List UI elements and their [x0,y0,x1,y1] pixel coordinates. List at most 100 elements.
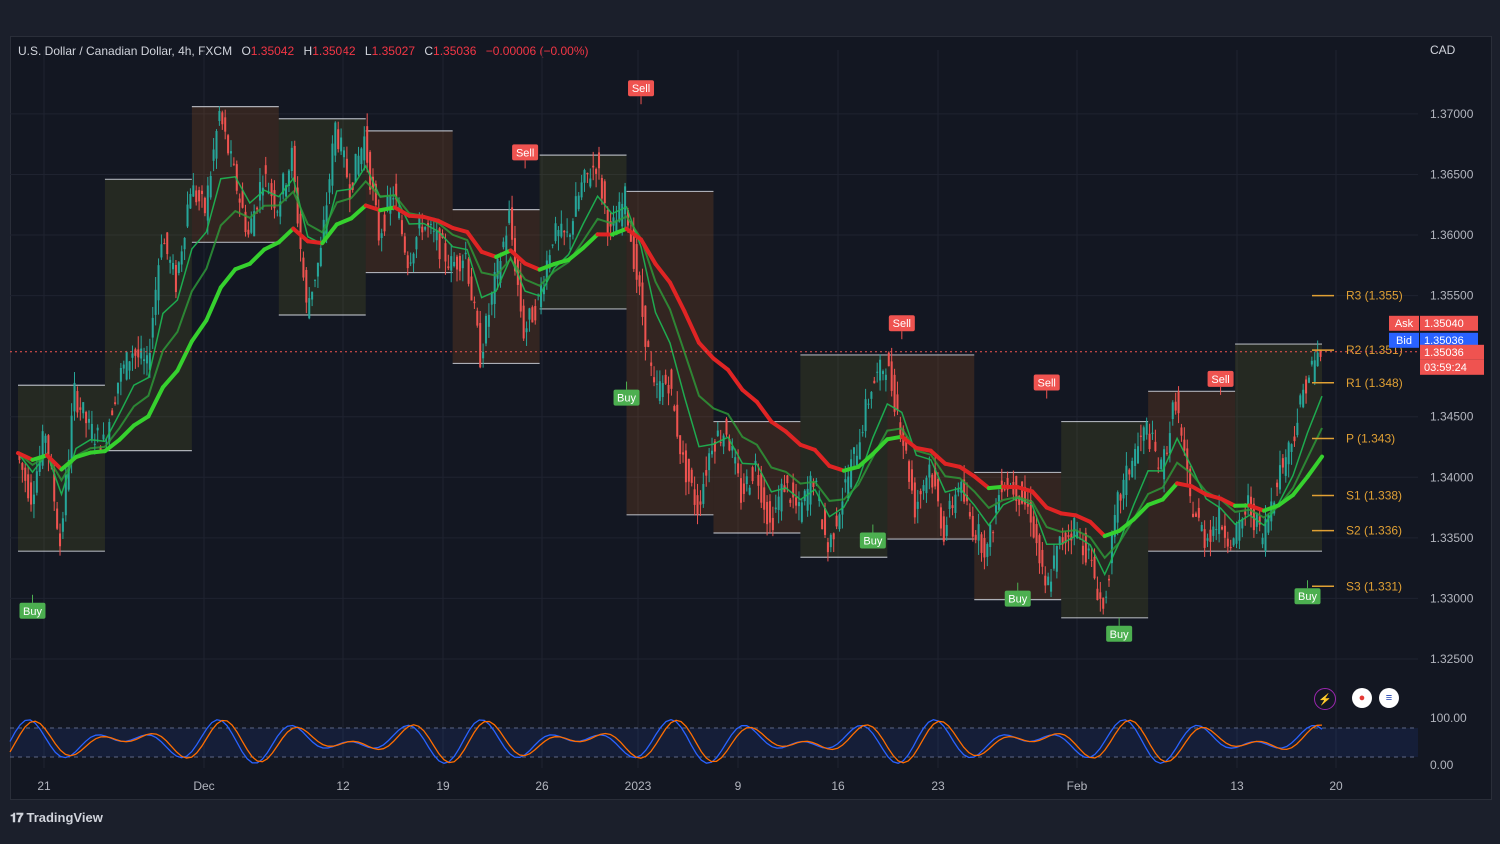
candle-body [595,169,598,174]
candle-body [690,469,693,483]
candle-body [470,276,473,301]
candle-body [90,423,93,439]
candle-body [206,185,209,221]
candle-body [1134,449,1137,466]
trend-ma-segment [711,356,730,372]
candle-body [82,402,85,414]
candle-body [1313,360,1316,382]
candle-body [922,485,925,491]
canada-flag-icon: ● [1352,688,1372,708]
candle-body [221,112,224,125]
candle-body [838,514,841,530]
candle-body [1223,525,1226,538]
candle-body [708,453,711,471]
candle-body [745,476,748,485]
candle-body [641,282,644,317]
trend-ma-segment [233,261,252,272]
brand-name: TradingView [26,810,103,825]
candle-body [719,442,722,444]
pivot-label: R1 (1.348) [1346,376,1403,390]
signal-label: Buy [1110,629,1129,641]
candle-body [293,145,296,183]
candle-body [30,482,33,505]
candle-body [134,349,137,356]
candle-body [238,198,241,203]
candle-body [977,524,980,541]
candle-body [522,305,525,339]
candle-body [354,153,357,183]
candle-body [554,223,557,242]
candle-body [44,435,47,443]
candle-body [722,435,725,447]
candle-body [534,305,537,321]
candle-body [797,502,800,507]
candle-body [487,314,490,327]
candle-body [925,477,928,494]
candle-body [490,292,493,305]
candle-body [716,430,719,436]
candle-body [597,152,601,169]
candle-body [821,519,824,530]
candle-body [624,186,627,215]
candle-body [73,382,76,412]
candle-body [766,501,769,525]
candle-body [360,148,363,165]
trend-ma-segment [914,446,933,453]
candle-body [1287,442,1290,465]
candle-body [592,165,595,168]
candle-body [1209,529,1212,542]
lightning-icon[interactable]: ⚡ [1314,688,1336,710]
candle-body [328,179,331,193]
candle-body [748,487,751,495]
candle-body [699,501,702,505]
candle-body [345,158,348,178]
candle-body [737,463,740,474]
candle-body [913,482,916,518]
ask-value: 1.35040 [1424,318,1464,330]
candle-body [693,489,696,505]
candle-body [1299,395,1302,405]
candle-body [508,210,511,223]
signal-label: Sell [632,83,650,95]
candle-body [1032,516,1035,538]
tradingview-logo[interactable]: 𝟏𝟕 TradingView [10,810,103,826]
candle-body [229,151,233,154]
candle-body [1200,525,1203,532]
candle-body [983,537,986,558]
candle-body [647,341,650,347]
candle-body [583,170,586,183]
tradingview-logo-icon: 𝟏𝟕 [10,810,24,825]
candle-body [85,412,88,424]
candle-body [560,223,563,237]
candle-body [444,243,447,262]
signal-label: Sell [1211,374,1229,386]
candle-body [1206,538,1209,541]
oscillator-band [10,728,1418,757]
candle-body [215,131,218,159]
candle-body [247,229,250,235]
candle-body [1165,452,1168,454]
candle-body [780,483,783,512]
candle-body [174,264,177,293]
candle-body [392,198,395,200]
candle-body [890,361,893,391]
candle-body [980,534,983,553]
candle-body [114,402,117,405]
candle-body [186,204,189,227]
candle-body [32,494,35,505]
candle-body [1232,538,1235,546]
candle-body [603,181,606,204]
trend-ma-segment [986,484,1006,491]
price-chart[interactable]: 1.37000 1.36500 1.36000 1.35500 1.34500 1.340… [0,0,1500,844]
signal-label: Buy [617,393,636,405]
candle-body [403,236,406,253]
candle-body [696,495,699,515]
candle-body [884,374,887,381]
candle-body [389,195,392,214]
candle-body [1090,559,1093,561]
candle-body [415,237,418,250]
candle-body [910,469,913,491]
candle-body [209,175,212,198]
candle-body [169,259,172,263]
candle-body [1203,529,1206,548]
